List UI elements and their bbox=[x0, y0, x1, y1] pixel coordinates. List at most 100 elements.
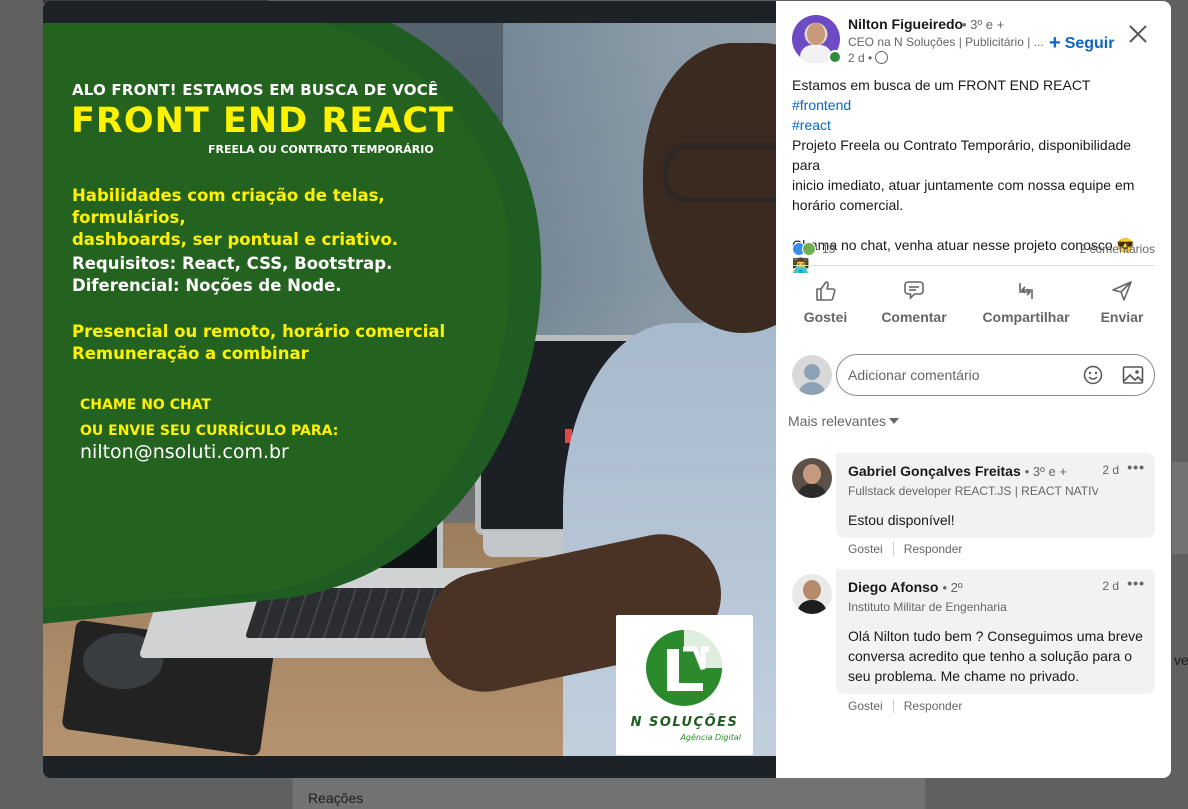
hashtag-link[interactable]: #frontend bbox=[792, 97, 851, 113]
thumbs-up-icon bbox=[815, 281, 836, 301]
avatar-torso bbox=[797, 600, 827, 614]
commenter-headline: Fullstack developer REACT.JS | REACT NAT… bbox=[848, 484, 1098, 498]
avatar-torso bbox=[798, 382, 826, 395]
repost-icon bbox=[1019, 283, 1033, 299]
emoji-icon[interactable] bbox=[1083, 365, 1103, 385]
background-right-card bbox=[1172, 462, 1188, 554]
share-label: Compartilhar bbox=[982, 309, 1070, 325]
photo-person-glasses bbox=[663, 143, 776, 203]
reactions-count: 13 bbox=[822, 242, 836, 256]
image-skills-line: dashboards, ser pontual e criativo. bbox=[72, 230, 399, 249]
image-requirements-line: Requisitos: React, CSS, Bootstrap. bbox=[72, 254, 393, 273]
company-logo-name: N SOLUÇÕES bbox=[630, 715, 739, 730]
image-work-mode: Presencial ou remoto, horário comercial … bbox=[72, 321, 472, 365]
company-logo-tagline: Agência Digital bbox=[680, 733, 741, 742]
avatar-head bbox=[803, 580, 821, 600]
caret-down-icon bbox=[889, 418, 900, 424]
avatar-head bbox=[803, 464, 821, 484]
background-right-fragment: vel bbox=[1174, 652, 1188, 668]
comment-label: Comentar bbox=[881, 309, 947, 325]
author-headline: CEO na N Soluções | Publicitário | ... bbox=[848, 35, 1043, 49]
comment-bubble: Gabriel Gonçalves Freitas • 3º e + 2 d ••… bbox=[836, 453, 1155, 538]
commenter-headline: Instituto Militar de Engenharia bbox=[848, 600, 1007, 614]
current-user-avatar bbox=[792, 355, 832, 395]
post-timestamp: 2 d • bbox=[848, 51, 873, 65]
image-callout: ALO FRONT! ESTAMOS EM BUSCA DE VOCÊ bbox=[72, 81, 439, 99]
image-chat-callout: CHAME NO CHAT OU ENVIE SEU CURRÍCULO PAR… bbox=[80, 392, 338, 444]
image-subtitle: FREELA OU CONTRATO TEMPORÁRIO bbox=[208, 143, 434, 156]
globe-icon bbox=[875, 51, 888, 64]
post-text-line: Estamos em busca de um FRONT END REACT #… bbox=[792, 75, 1152, 115]
like-button[interactable]: Gostei bbox=[798, 279, 853, 325]
post-text-segment: Estamos em busca de um FRONT END REACT bbox=[792, 77, 1091, 93]
close-icon[interactable] bbox=[1125, 21, 1151, 47]
image-icon[interactable] bbox=[1122, 365, 1144, 385]
follow-button[interactable]: + Seguir bbox=[1049, 31, 1114, 54]
commenter-avatar[interactable] bbox=[792, 574, 832, 614]
follow-label: Seguir bbox=[1064, 35, 1115, 52]
post-text-line: Projeto Freela ou Contrato Temporário, d… bbox=[792, 137, 1132, 173]
post-text-spacer bbox=[792, 215, 1152, 235]
comment-timestamp: 2 d bbox=[1102, 463, 1119, 477]
image-pane: ALO FRONT! ESTAMOS EM BUSCA DE VOCÊ FRON… bbox=[43, 1, 776, 778]
comment-like-button[interactable]: Gostei bbox=[848, 542, 883, 556]
background-reactions-label: Reações bbox=[308, 790, 364, 806]
divider bbox=[792, 265, 1155, 266]
image-email: nilton@nsoluti.com.br bbox=[80, 441, 289, 463]
post-text-line: inicio imediato, atuar juntamente com no… bbox=[792, 177, 1135, 213]
author-avatar-face bbox=[807, 23, 825, 45]
image-requirements-line: Diferencial: Noções de Node. bbox=[72, 276, 342, 295]
commenter-degree: • 2º bbox=[942, 580, 963, 595]
image-work-mode-line: Presencial ou remoto, horário comercial bbox=[72, 322, 446, 341]
image-requirements: Requisitos: React, CSS, Bootstrap. Difer… bbox=[72, 253, 472, 297]
comment-item: Diego Afonso • 2º 2 d ••• Instituto Milit… bbox=[792, 569, 1155, 719]
author-avatar-shirt bbox=[800, 45, 832, 63]
more-options-icon[interactable]: ••• bbox=[1127, 459, 1145, 475]
hashtag-link[interactable]: #react bbox=[792, 115, 1152, 135]
avatar-torso bbox=[797, 484, 827, 498]
celebrate-reaction-icon bbox=[802, 242, 816, 256]
post-image[interactable]: ALO FRONT! ESTAMOS EM BUSCA DE VOCÊ FRON… bbox=[43, 23, 776, 756]
divider bbox=[892, 699, 894, 713]
comment-body: Estou disponível! bbox=[848, 512, 955, 528]
send-label: Enviar bbox=[1100, 309, 1144, 325]
post-details-panel: Nilton Figueiredo • 3º e + CEO na N Solu… bbox=[776, 1, 1171, 778]
send-button[interactable]: Enviar bbox=[1092, 279, 1152, 325]
comments-count-link[interactable]: 2 comentários bbox=[1056, 242, 1155, 256]
comment-reply-button[interactable]: Responder bbox=[904, 542, 963, 556]
commenter-avatar[interactable] bbox=[792, 458, 832, 498]
image-work-mode-line: Remuneração a combinar bbox=[72, 344, 309, 363]
post-modal: ALO FRONT! ESTAMOS EM BUSCA DE VOCÊ FRON… bbox=[43, 1, 1171, 778]
commenter-name[interactable]: Gabriel Gonçalves Freitas bbox=[848, 463, 1021, 479]
share-button[interactable]: Compartilhar bbox=[976, 279, 1076, 325]
image-skills: Habilidades com criação de telas, formul… bbox=[72, 185, 472, 251]
comment-header: Diego Afonso • 2º bbox=[848, 579, 1143, 597]
comment-body: Olá Nilton tudo bem ? Conseguimos uma br… bbox=[848, 628, 1143, 684]
comment-actions: Gostei Responder bbox=[848, 699, 962, 713]
online-status-dot bbox=[828, 50, 842, 64]
image-skills-line: Habilidades com criação de telas, formul… bbox=[72, 186, 385, 227]
company-logo-card: N SOLUÇÕES Agência Digital bbox=[616, 615, 753, 755]
comment-button[interactable]: Comentar bbox=[874, 279, 954, 325]
send-icon bbox=[1112, 281, 1132, 301]
comment-bubble: Diego Afonso • 2º 2 d ••• Instituto Milit… bbox=[836, 569, 1155, 694]
plus-icon: + bbox=[1049, 32, 1061, 54]
author-name[interactable]: Nilton Figueiredo bbox=[848, 16, 963, 32]
comment-reply-button[interactable]: Responder bbox=[904, 699, 963, 713]
comment-input[interactable]: Adicionar comentário bbox=[836, 354, 1155, 396]
commenter-degree: • 3º e + bbox=[1024, 464, 1067, 479]
comments-sort-dropdown[interactable]: Mais relevantes bbox=[788, 413, 900, 429]
divider bbox=[892, 542, 894, 556]
company-logo-icon bbox=[646, 630, 722, 706]
sort-label: Mais relevantes bbox=[788, 413, 887, 429]
comment-icon bbox=[904, 281, 924, 300]
comment-header: Gabriel Gonçalves Freitas • 3º e + bbox=[848, 463, 1143, 481]
comment-item: Gabriel Gonçalves Freitas • 3º e + 2 d ••… bbox=[792, 453, 1155, 563]
comment-actions: Gostei Responder bbox=[848, 542, 962, 556]
comment-like-button[interactable]: Gostei bbox=[848, 699, 883, 713]
more-options-icon[interactable]: ••• bbox=[1127, 575, 1145, 591]
image-title: FRONT END REACT bbox=[71, 101, 454, 141]
image-chat-line: CHAME NO CHAT bbox=[80, 397, 211, 413]
comment-timestamp: 2 d bbox=[1102, 579, 1119, 593]
commenter-name[interactable]: Diego Afonso bbox=[848, 579, 938, 595]
